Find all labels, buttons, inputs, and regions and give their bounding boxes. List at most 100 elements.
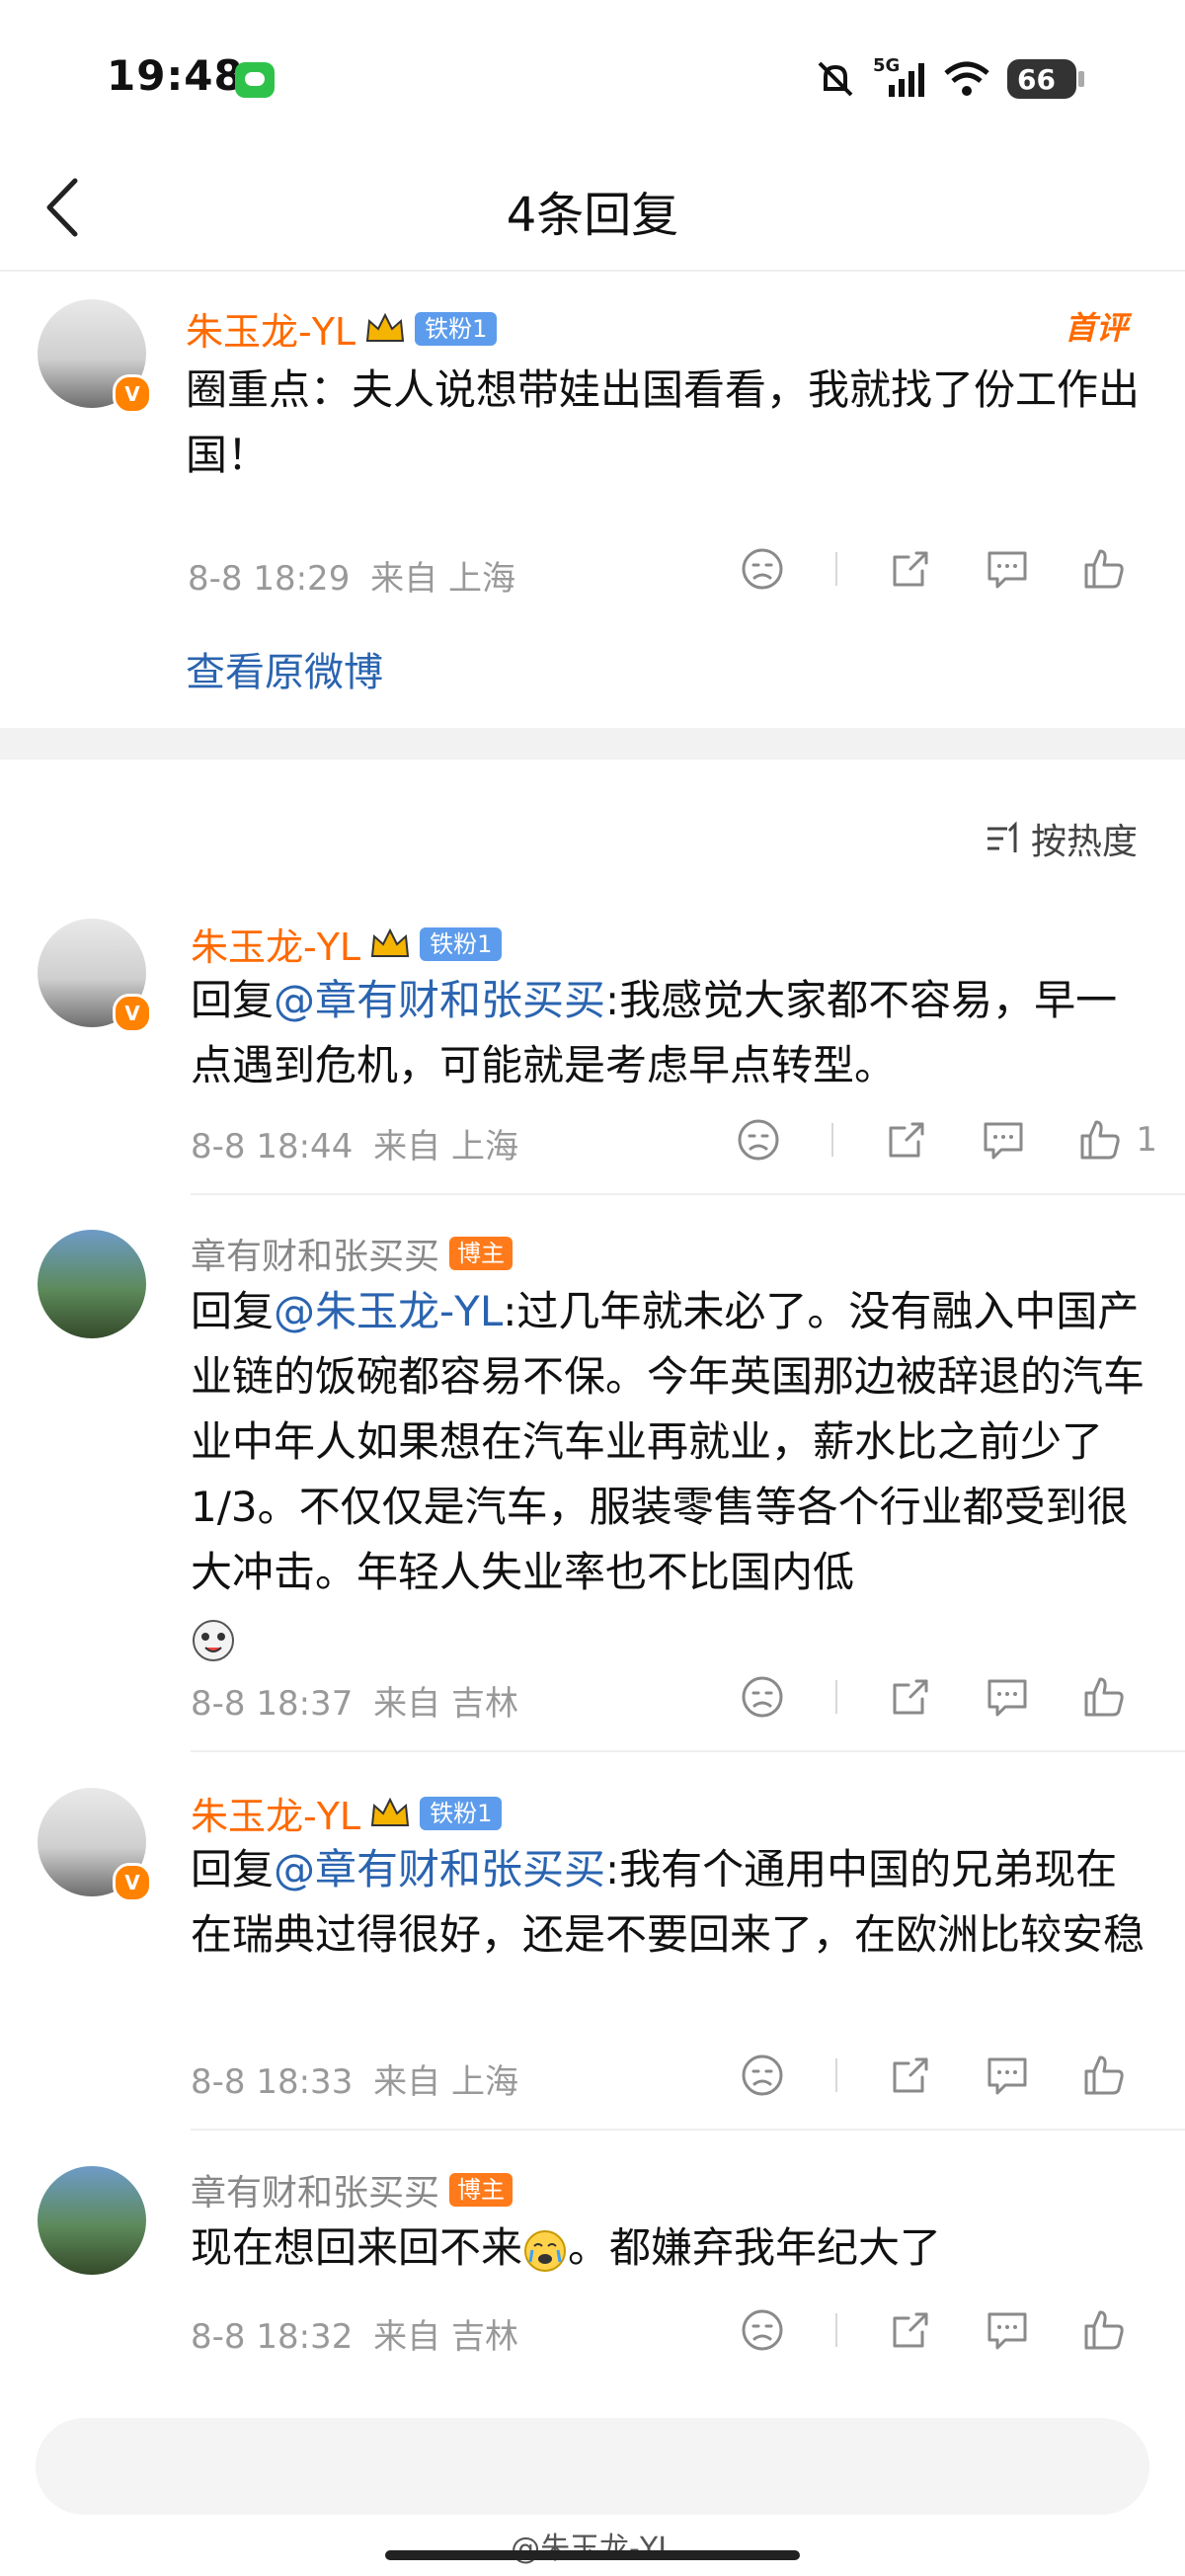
comment-icon[interactable] [984, 2306, 1031, 2354]
share-icon[interactable] [883, 1116, 930, 1164]
author-name[interactable]: 章有财和张买买 [191, 2164, 439, 2215]
blogger-badge: 博主 [449, 2173, 514, 2207]
reply-avatar[interactable] [38, 2166, 146, 2275]
comment-icon[interactable] [980, 1116, 1027, 1164]
reply-avatar[interactable]: V [38, 1788, 152, 1902]
reply-time: 8-8 18:32 [191, 2317, 354, 2357]
dislike-icon[interactable] [739, 545, 786, 593]
like-count: 1 [1136, 1120, 1157, 1160]
avatar [38, 2166, 146, 2275]
reply-text: 现在想回来回不来 。都嫌弃我年纪大了 [191, 2215, 1153, 2281]
reply-header: 章有财和张买买 博主 [191, 2164, 514, 2215]
reply-prefix: 回复 [191, 976, 275, 1024]
fan-badge: 铁粉1 [420, 926, 503, 961]
network-label: 5G [873, 55, 901, 76]
reply-time: 8-8 18:33 [191, 2062, 354, 2102]
nav-divider [0, 270, 1185, 272]
like-icon[interactable] [1080, 545, 1128, 593]
emoji-icon [193, 1619, 234, 1661]
emoji-icon [524, 2229, 567, 2272]
dislike-icon[interactable] [735, 1116, 782, 1164]
row-divider [191, 1193, 1185, 1195]
reply-meta: 8-8 18:37 来自 吉林 [191, 1676, 518, 1725]
sort-label: 按热度 [1030, 822, 1138, 862]
reply-actions [739, 1673, 1128, 1721]
battery-icon: 66 [1007, 59, 1084, 99]
crown-icon [366, 312, 405, 342]
section-divider [0, 728, 1185, 760]
blogger-badge: 博主 [449, 1237, 514, 1270]
action-separator [835, 2058, 837, 2092]
reply-text: 回复@章有财和张买买:我有个通用中国的兄弟现在在瑞典过得很好，还是不要回来了，在… [191, 1837, 1153, 1968]
dislike-icon[interactable] [739, 2306, 786, 2354]
action-separator [831, 1123, 834, 1157]
comment-icon[interactable] [984, 1673, 1031, 1721]
mention-link[interactable]: @章有财和张买买 [274, 1845, 605, 1893]
author-name[interactable]: 章有财和张买买 [191, 1228, 439, 1279]
like-button[interactable]: 1 [1076, 1116, 1157, 1164]
author-name[interactable]: 朱玉龙-YL [191, 917, 360, 971]
reply-avatar[interactable]: V [38, 919, 152, 1033]
message-notification-icon [235, 62, 275, 98]
reply-meta: 8-8 18:33 来自 上海 [191, 2054, 518, 2103]
author-name[interactable]: 朱玉龙-YL [191, 1786, 360, 1840]
verified-icon: V [113, 994, 152, 1033]
like-icon[interactable] [1080, 1673, 1128, 1721]
dislike-icon[interactable] [739, 1673, 786, 1721]
share-icon[interactable] [887, 545, 934, 593]
reply-prefix: 回复 [191, 1287, 275, 1335]
comment-time: 8-8 18:29 [188, 559, 351, 599]
action-separator [835, 552, 837, 586]
status-icons: 5G 66 [814, 54, 1084, 104]
status-time: 19:48 [107, 51, 244, 100]
comment-icon[interactable] [984, 545, 1031, 593]
main-comment-header: 朱玉龙-YL 铁粉1 [186, 301, 498, 356]
first-comment-tag: 首评 [1064, 309, 1128, 347]
like-icon[interactable] [1080, 2306, 1128, 2354]
view-original-link[interactable]: 查看原微博 [186, 640, 383, 697]
reply-body-suffix: 。都嫌弃我年纪大了 [568, 2223, 942, 2272]
row-divider [191, 1750, 1185, 1752]
reply-avatar[interactable] [38, 1230, 146, 1338]
page-title: 4条回复 [506, 188, 679, 243]
reply-location: 来自 上海 [373, 2062, 518, 2102]
reply-body: 现在想回来回不来 [191, 2223, 523, 2272]
reply-location: 来自 吉林 [373, 1684, 518, 1724]
signal-icon: 5G [873, 55, 926, 99]
dislike-icon[interactable] [739, 2052, 786, 2099]
row-divider [191, 2129, 1185, 2131]
comment-icon[interactable] [984, 2052, 1031, 2099]
reply-text: 回复@朱玉龙-YL:过几年就未必了。没有融入中国产业链的饭碗都容易不保。今年英国… [191, 1279, 1153, 1670]
reply-actions: 1 [735, 1116, 1157, 1164]
action-separator [835, 1680, 837, 1714]
like-icon[interactable] [1080, 2052, 1128, 2099]
silent-icon [818, 61, 853, 97]
share-icon[interactable] [887, 2052, 934, 2099]
mention-link[interactable]: @章有财和张买买 [274, 976, 605, 1024]
reply-input[interactable] [36, 2418, 1149, 2515]
reply-meta: 8-8 18:32 来自 吉林 [191, 2309, 518, 2358]
reply-header: 朱玉龙-YL 铁粉1 [191, 917, 503, 971]
reply-location: 来自 吉林 [373, 2317, 518, 2357]
sort-button[interactable]: 按热度 [986, 813, 1138, 864]
wifi-icon [944, 61, 989, 96]
action-separator [835, 2313, 837, 2347]
share-icon[interactable] [887, 1673, 934, 1721]
reply-actions [739, 2052, 1128, 2099]
reply-actions [739, 2306, 1128, 2354]
author-name[interactable]: 朱玉龙-YL [186, 301, 356, 356]
main-comment-avatar[interactable]: V [38, 299, 152, 414]
home-indicator[interactable] [385, 2550, 800, 2560]
share-icon[interactable] [887, 2306, 934, 2354]
sort-icon [987, 821, 1017, 852]
reply-meta: 8-8 18:44 来自 上海 [191, 1119, 518, 1167]
comment-meta: 8-8 18:29 来自 上海 [188, 551, 515, 600]
fan-badge: 铁粉1 [415, 311, 498, 346]
main-comment-actions [739, 545, 1128, 593]
reply-prefix: 回复 [191, 1845, 275, 1893]
avatar [38, 1230, 146, 1338]
comment-location: 来自 上海 [370, 559, 515, 599]
watermark: @朱玉龙-YL [511, 2532, 674, 2566]
mention-link[interactable]: @朱玉龙-YL [274, 1287, 503, 1335]
crown-icon [371, 927, 410, 957]
